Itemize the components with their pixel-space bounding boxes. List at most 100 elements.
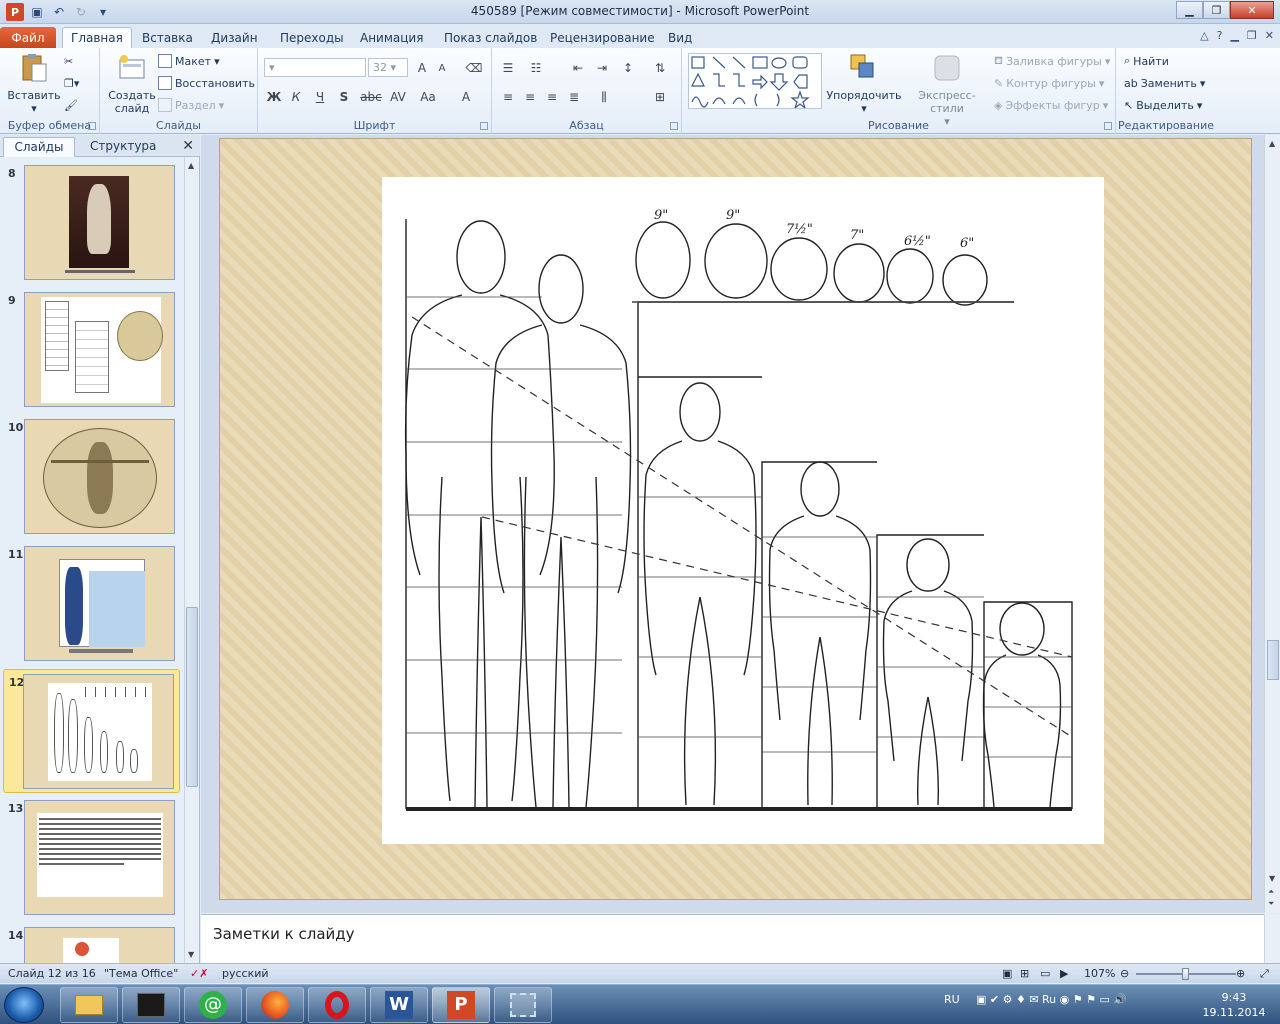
drawing-launcher-icon[interactable] — [1104, 122, 1112, 130]
explorer-taskbar-button[interactable] — [60, 987, 118, 1023]
notes-scrollbar[interactable] — [1264, 914, 1280, 963]
shape-outline-button[interactable]: ✎ Контур фигуры ▾ — [994, 74, 1104, 92]
tab-transitions[interactable]: Переходы — [272, 27, 352, 48]
tab-review[interactable]: Рецензирование — [542, 27, 663, 48]
scroll-down-icon[interactable]: ▼ — [188, 950, 194, 959]
select-button[interactable]: ↖ Выделить ▾ — [1124, 96, 1202, 114]
notes-placeholder[interactable]: Заметки к слайду — [213, 925, 355, 943]
copy-button[interactable]: ❐▾ — [64, 74, 79, 92]
zoom-out-icon[interactable]: ⊖ — [1120, 967, 1129, 980]
quick-styles-button[interactable]: Экспресс-стили ▾ — [904, 52, 990, 128]
underline-button[interactable]: Ч — [310, 88, 330, 106]
slide-thumb-row[interactable]: 8 — [0, 161, 184, 285]
char-spacing-button[interactable]: AV — [386, 88, 410, 106]
replace-button[interactable]: ab Заменить ▾ — [1124, 74, 1205, 92]
section-button[interactable]: Раздел ▾ — [158, 96, 224, 114]
clipboard-launcher-icon[interactable] — [88, 122, 96, 130]
start-button[interactable] — [4, 987, 44, 1023]
slide-thumb-row[interactable]: 14 — [0, 923, 184, 963]
language-indicator[interactable]: RU — [944, 993, 960, 1006]
language[interactable]: русский — [222, 967, 269, 980]
columns-icon[interactable]: ⫼ — [594, 88, 614, 106]
reset-button[interactable]: Восстановить — [158, 74, 255, 92]
change-case-button[interactable]: Aa — [416, 88, 440, 106]
numbering-icon[interactable]: ☷ — [526, 59, 546, 77]
slideshow-view-icon[interactable]: ▶ — [1060, 967, 1068, 980]
media-taskbar-button[interactable] — [122, 987, 180, 1023]
slide-scroll-thumb[interactable] — [1267, 640, 1279, 680]
increase-indent-icon[interactable]: ⇥ — [592, 59, 612, 77]
tab-slides[interactable]: Слайды — [3, 137, 75, 157]
doc-restore-icon[interactable]: ❐ — [1247, 29, 1257, 42]
font-launcher-icon[interactable] — [480, 122, 488, 130]
smartart-icon[interactable]: ⊞ — [650, 88, 670, 106]
snipping-taskbar-button[interactable] — [494, 987, 552, 1023]
shrink-font-button[interactable]: A — [432, 59, 452, 77]
system-clock[interactable]: 9:43 19.11.2014 — [1196, 990, 1272, 1020]
paragraph-launcher-icon[interactable] — [670, 122, 678, 130]
theme-name[interactable]: "Тема Office" — [104, 967, 178, 980]
line-spacing-icon[interactable]: ↕ — [618, 59, 638, 77]
slide-thumbnail[interactable] — [24, 927, 175, 963]
slide-thumbnail[interactable] — [23, 674, 174, 789]
slide-thumb-row[interactable]: 10 — [0, 415, 184, 539]
tab-outline[interactable]: Структура — [82, 137, 164, 157]
word-taskbar-button[interactable]: W — [370, 987, 428, 1023]
align-center-icon[interactable]: ≡ — [520, 88, 540, 106]
zoom-in-icon[interactable]: ⊕ — [1236, 967, 1245, 980]
sorter-view-icon[interactable]: ⊞ — [1020, 967, 1029, 980]
doc-minimize-icon[interactable]: ▁ — [1230, 29, 1238, 42]
arrange-button[interactable]: Упорядочить ▾ — [826, 52, 902, 115]
close-pane-icon[interactable]: ✕ — [182, 138, 194, 154]
fit-slide-icon[interactable]: ⤢ — [1260, 967, 1269, 981]
pane-scroll-thumb[interactable] — [186, 607, 198, 787]
italic-button[interactable]: К — [286, 88, 306, 106]
reading-view-icon[interactable]: ▭ — [1040, 967, 1050, 980]
help-icon[interactable]: ? — [1217, 29, 1223, 42]
close-button[interactable]: ✕ — [1230, 1, 1274, 19]
proportions-image[interactable]: 9" 9" 7½" 7" 6½" 6" — [382, 177, 1104, 844]
paste-button[interactable]: Вставить ▾ — [6, 52, 62, 115]
shadow-button[interactable]: S — [334, 88, 354, 106]
tab-insert[interactable]: Вставка — [134, 27, 201, 48]
slide-thumbnail[interactable] — [24, 800, 175, 915]
find-button[interactable]: ⌕ Найти — [1124, 52, 1169, 70]
scroll-down-icon[interactable]: ▼ — [1269, 874, 1275, 883]
minimize-ribbon-icon[interactable]: △ — [1200, 29, 1208, 42]
slide-thumb-row[interactable]: 13 — [0, 796, 184, 920]
powerpoint-taskbar-button[interactable]: P — [432, 987, 490, 1023]
new-slide-button[interactable]: Создать слайд — [106, 52, 158, 115]
normal-view-icon[interactable]: ▣ — [1002, 967, 1012, 980]
slide-thumb-row[interactable]: 9 — [0, 288, 184, 412]
decrease-indent-icon[interactable]: ⇤ — [568, 59, 588, 77]
slide-thumb-row-selected[interactable]: 12 — [3, 669, 180, 793]
spellcheck-icon[interactable]: ✓✗ — [190, 967, 208, 980]
scroll-up-icon[interactable]: ▲ — [188, 161, 194, 170]
tray-icons[interactable]: ▣ ✔ ⚙ ♦ ✉ Ru ◉ ⚑ ⚑ ▭ 🔊 — [976, 993, 1127, 1006]
bold-button[interactable]: Ж — [264, 88, 284, 106]
tab-home[interactable]: Главная — [62, 27, 132, 48]
slide-thumbnail[interactable] — [24, 165, 175, 280]
doc-close-icon[interactable]: ✕ — [1265, 29, 1274, 42]
current-slide[interactable]: 9" 9" 7½" 7" 6½" 6" — [219, 138, 1252, 900]
tab-animation[interactable]: Анимация — [352, 27, 431, 48]
strikethrough-button[interactable]: abc — [358, 88, 384, 106]
align-left-icon[interactable]: ≡ — [498, 88, 518, 106]
prev-slide-icon[interactable]: ⏶ — [1268, 887, 1274, 897]
slide-thumb-row[interactable]: 11 — [0, 542, 184, 666]
font-size-combo[interactable]: 32 ▾ — [368, 58, 408, 77]
mail-taskbar-button[interactable]: @ — [184, 987, 242, 1023]
format-painter-button[interactable]: 🖌 — [64, 96, 78, 114]
scroll-up-icon[interactable]: ▲ — [1269, 139, 1275, 148]
slide-thumbnail[interactable] — [24, 419, 175, 534]
align-right-icon[interactable]: ≡ — [542, 88, 562, 106]
slide-scrollbar[interactable]: ▲ ▼ ⏶ ⏷ — [1264, 135, 1280, 913]
slide-thumbnail[interactable] — [24, 546, 175, 661]
minimize-button[interactable]: ▁ — [1176, 1, 1203, 19]
zoom-slider-knob[interactable] — [1182, 968, 1189, 980]
shape-effects-button[interactable]: ◈ Эффекты фигур ▾ — [994, 96, 1108, 114]
restore-button[interactable]: ❐ — [1203, 1, 1230, 19]
slide-thumbnail[interactable] — [24, 292, 175, 407]
zoom-level[interactable]: 107% — [1084, 967, 1115, 980]
shape-fill-button[interactable]: ⛾ Заливка фигуры ▾ — [994, 52, 1110, 70]
